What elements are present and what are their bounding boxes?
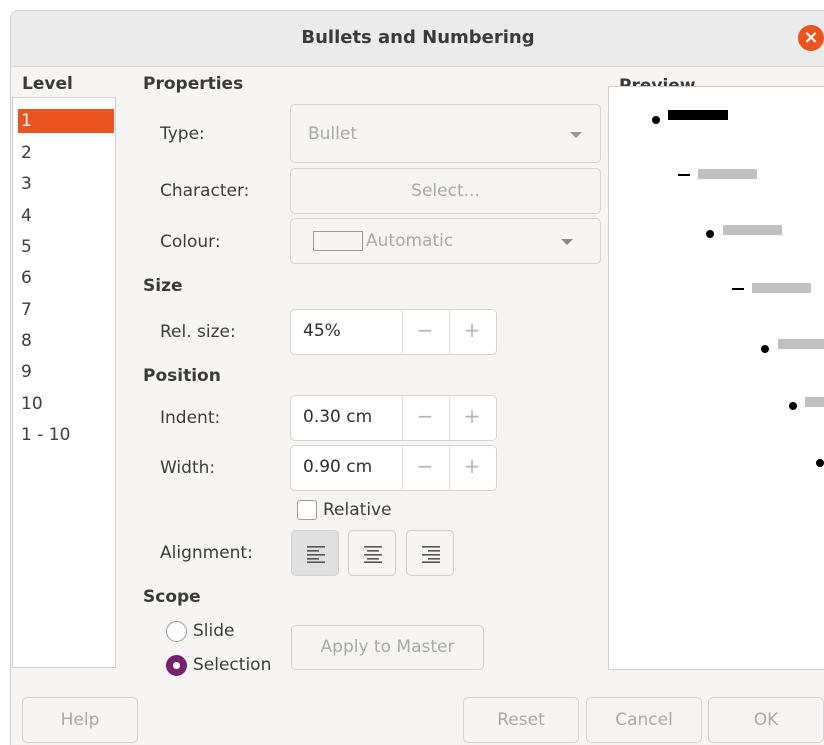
level-item-1[interactable]: 1 bbox=[18, 109, 114, 133]
reset-button[interactable]: Reset bbox=[463, 697, 579, 743]
indent-increment-button[interactable]: + bbox=[449, 404, 495, 428]
level-heading: Level bbox=[22, 74, 73, 94]
preview-line bbox=[752, 283, 811, 293]
align-center-button[interactable] bbox=[348, 530, 396, 576]
width-increment-button[interactable]: + bbox=[449, 454, 495, 478]
character-select-button[interactable]: Select... bbox=[290, 168, 601, 214]
level-item-7[interactable]: 7 bbox=[18, 298, 114, 322]
relative-checkbox[interactable] bbox=[297, 500, 317, 520]
preview-bullet bbox=[789, 402, 797, 410]
level-item-6[interactable]: 6 bbox=[18, 266, 114, 290]
level-list[interactable]: 1 2 3 4 5 6 7 8 9 10 1 - 10 bbox=[12, 97, 116, 668]
selection-radio[interactable] bbox=[166, 655, 187, 676]
preview-line bbox=[698, 169, 757, 179]
indent-value: 0.30 cm bbox=[303, 407, 373, 427]
level-item-9[interactable]: 9 bbox=[18, 360, 114, 384]
relative-label: Relative bbox=[323, 500, 392, 520]
selection-radio-label: Selection bbox=[193, 655, 272, 675]
position-heading: Position bbox=[143, 366, 221, 386]
chevron-down-icon bbox=[561, 239, 573, 245]
colour-label: Colour: bbox=[160, 232, 221, 252]
align-right-button[interactable] bbox=[406, 530, 454, 576]
level-item-3[interactable]: 3 bbox=[18, 172, 114, 196]
type-dropdown[interactable]: Bullet bbox=[290, 104, 601, 163]
type-value: Bullet bbox=[308, 124, 358, 144]
alignment-label: Alignment: bbox=[160, 543, 253, 563]
level-item-4[interactable]: 4 bbox=[18, 204, 114, 228]
type-label: Type: bbox=[160, 124, 205, 144]
preview-bullet bbox=[706, 230, 714, 238]
indent-spinbox[interactable]: 0.30 cm − + bbox=[290, 395, 497, 441]
preview-dash bbox=[678, 174, 690, 176]
rel-size-value: 45% bbox=[303, 321, 341, 341]
size-heading: Size bbox=[143, 276, 183, 296]
align-left-icon bbox=[307, 546, 325, 563]
align-left-button[interactable] bbox=[291, 530, 339, 576]
close-icon: × bbox=[803, 27, 819, 48]
level-item-10[interactable]: 10 bbox=[18, 392, 114, 416]
rel-size-increment-button[interactable]: + bbox=[449, 318, 495, 342]
colour-value: Automatic bbox=[366, 231, 454, 251]
slide-radio[interactable] bbox=[166, 621, 187, 642]
indent-label: Indent: bbox=[160, 408, 221, 428]
character-label: Character: bbox=[160, 181, 250, 201]
colour-dropdown[interactable]: Automatic bbox=[290, 218, 601, 264]
apply-to-master-button[interactable]: Apply to Master bbox=[291, 625, 484, 670]
help-button[interactable]: Help bbox=[22, 697, 138, 743]
preview-bullet bbox=[816, 459, 824, 467]
preview-line bbox=[778, 339, 824, 349]
level-item-all[interactable]: 1 - 10 bbox=[18, 423, 114, 447]
close-button[interactable]: × bbox=[798, 25, 824, 51]
preview-dash bbox=[732, 288, 744, 290]
preview-line bbox=[805, 397, 824, 407]
properties-heading: Properties bbox=[143, 74, 244, 94]
width-decrement-button[interactable]: − bbox=[402, 454, 448, 478]
rel-size-label: Rel. size: bbox=[160, 322, 236, 342]
align-center-icon bbox=[364, 546, 382, 563]
width-value: 0.90 cm bbox=[303, 457, 373, 477]
level-item-5[interactable]: 5 bbox=[18, 235, 114, 259]
rel-size-spinbox[interactable]: 45% − + bbox=[290, 309, 497, 355]
width-spinbox[interactable]: 0.90 cm − + bbox=[290, 445, 497, 491]
rel-size-decrement-button[interactable]: − bbox=[402, 318, 448, 342]
scope-heading: Scope bbox=[143, 587, 201, 607]
preview-bullet bbox=[652, 116, 660, 124]
preview-line bbox=[723, 225, 782, 235]
align-right-icon bbox=[422, 546, 440, 563]
colour-swatch bbox=[313, 231, 363, 251]
ok-button[interactable]: OK bbox=[708, 697, 824, 743]
width-label: Width: bbox=[160, 458, 216, 478]
level-item-8[interactable]: 8 bbox=[18, 329, 114, 353]
preview-bullet bbox=[761, 345, 769, 353]
title-bar: Bullets and Numbering × bbox=[11, 11, 824, 67]
slide-radio-label: Slide bbox=[193, 621, 235, 641]
preview-pane bbox=[608, 86, 824, 670]
dialog-title: Bullets and Numbering bbox=[301, 27, 535, 48]
indent-decrement-button[interactable]: − bbox=[402, 404, 448, 428]
chevron-down-icon bbox=[570, 132, 582, 138]
level-item-2[interactable]: 2 bbox=[18, 141, 114, 165]
preview-line bbox=[668, 110, 728, 120]
cancel-button[interactable]: Cancel bbox=[586, 697, 702, 743]
